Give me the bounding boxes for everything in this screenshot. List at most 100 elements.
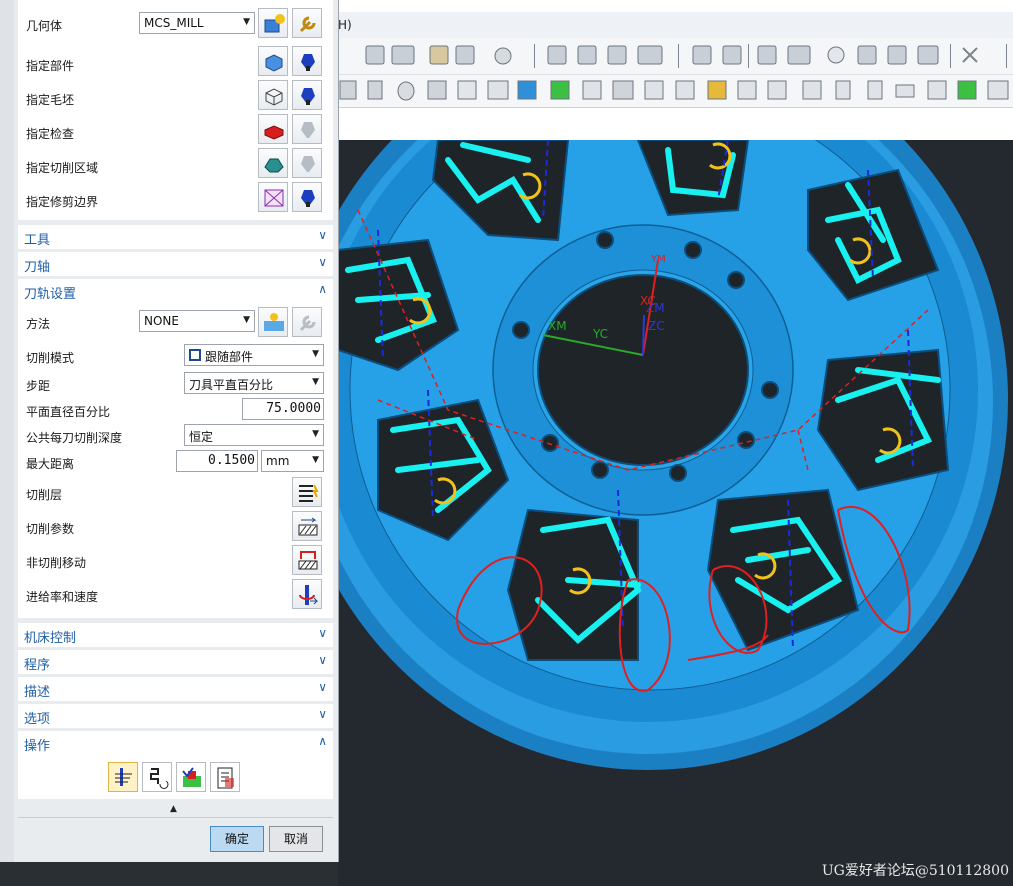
toolbar-row-2 [338, 75, 1013, 108]
section-actions[interactable]: 操作 ∧ [18, 731, 333, 755]
toolbar-row-2-icons[interactable] [338, 75, 1013, 107]
specify-blank-label: 指定毛坯 [26, 93, 75, 107]
select-part-button[interactable] [258, 46, 288, 76]
cut-area-icon [264, 158, 284, 173]
wcs-label-xm: XM [548, 319, 567, 333]
depth-per-cut-select[interactable]: 恒定 ▼ [184, 424, 324, 446]
flashlight-icon [301, 88, 315, 105]
wcs-label-zm: ZM [646, 301, 665, 315]
replay-button[interactable] [142, 762, 172, 792]
wrench-disabled-icon [299, 315, 316, 332]
max-distance-unit-select[interactable]: mm ▼ [261, 450, 324, 472]
geometry-panel: 几何体 MCS_MILL ▼ 指定部件 指定毛坯 指定检查 指定切削区域 指定修… [18, 0, 333, 220]
display-check-button[interactable] [292, 114, 322, 144]
display-trim-boundary-button[interactable] [292, 182, 322, 212]
section-machine-control[interactable]: 机床控制 ∨ [18, 623, 333, 647]
geometry-label: 几何体 [26, 19, 63, 33]
cut-parameters-icon [298, 517, 318, 536]
part-model[interactable]: XM YC XC ZM ZC YM [338, 140, 1013, 886]
non-cutting-moves-button[interactable] [292, 545, 322, 575]
feeds-speeds-button[interactable] [292, 579, 322, 609]
blank-wireframe-icon [265, 88, 283, 106]
chevron-down-icon: ∨ [318, 228, 327, 242]
select-cut-area-button[interactable] [258, 148, 288, 178]
method-select[interactable]: NONE ▼ [139, 310, 255, 332]
graphics-window-top [338, 108, 1013, 140]
cut-parameters-label: 切削参数 [26, 522, 75, 536]
max-distance-label: 最大距离 [26, 457, 75, 471]
display-part-button[interactable] [292, 46, 322, 76]
display-blank-button[interactable] [292, 80, 322, 110]
cut-pattern-select[interactable]: 跟随部件 ▼ [184, 344, 324, 366]
toolbar-row-1-icons[interactable] [338, 38, 1013, 74]
max-distance-input[interactable]: 0.1500 [176, 450, 258, 472]
specify-cut-area-label: 指定切削区域 [26, 161, 99, 175]
watermark: UG爱好者论坛@510112800 [821, 863, 1009, 879]
specify-part-row: 指定部件 [18, 44, 333, 78]
select-trim-boundary-button[interactable] [258, 182, 288, 212]
toolbar-row-1 [338, 38, 1013, 75]
stepover-select[interactable]: 刀具平直百分比 ▼ [184, 372, 324, 394]
cut-levels-label: 切削层 [26, 488, 63, 502]
edit-geometry-button[interactable] [292, 8, 322, 38]
dialog-left-strip [0, 0, 14, 862]
collapse-arrow-icon[interactable]: ▲ [170, 804, 177, 814]
menu-fragment-help[interactable]: H) [338, 18, 352, 32]
generate-button[interactable] [108, 762, 138, 792]
non-cutting-moves-label: 非切削移动 [26, 556, 87, 570]
actions-panel [18, 755, 333, 799]
follow-part-icon [189, 349, 201, 361]
edit-method-button[interactable] [292, 307, 322, 337]
specify-part-label: 指定部件 [26, 59, 75, 73]
flat-diameter-percent-label: 平面直径百分比 [26, 405, 111, 419]
specify-check-label: 指定检查 [26, 127, 75, 141]
verify-icon [182, 767, 201, 787]
method-icon [264, 313, 284, 331]
section-program[interactable]: 程序 ∨ [18, 650, 333, 674]
stepover-label: 步距 [26, 379, 51, 393]
geometry-row: 几何体 MCS_MILL ▼ [18, 6, 333, 40]
flashlight-disabled-icon [301, 156, 315, 172]
cut-levels-button[interactable] [292, 477, 322, 507]
specify-cut-area-row: 指定切削区域 [18, 146, 333, 180]
specify-blank-row: 指定毛坯 [18, 78, 333, 112]
cut-levels-icon [299, 484, 319, 502]
chevron-down-icon: ∨ [318, 680, 327, 694]
chevron-up-icon: ∧ [318, 282, 327, 296]
method-label: 方法 [26, 317, 51, 331]
flat-diameter-percent-input[interactable]: 75.0000 [242, 398, 324, 420]
chevron-up-icon: ∧ [318, 734, 327, 748]
select-blank-button[interactable] [258, 80, 288, 110]
path-settings-panel: 方法 NONE ▼ 切削模式 跟随部件 ▼ 步距 刀具平直百分比 ▼ 平面直径百分比 … [18, 303, 333, 618]
new-method-button[interactable] [258, 307, 288, 337]
wcs-label-ym: YM [650, 254, 666, 265]
section-tool-axis[interactable]: 刀轴 ∨ [18, 252, 333, 276]
flashlight-icon [301, 54, 315, 71]
non-cutting-moves-icon [298, 551, 318, 570]
generate-toolpath-icon [115, 768, 132, 786]
feeds-speeds-label: 进给率和速度 [26, 590, 99, 604]
graphics-viewport[interactable]: XM YC XC ZM ZC YM UG爱好者论坛@510112800 [338, 140, 1013, 886]
geometry-select[interactable]: MCS_MILL ▼ [139, 12, 255, 34]
depth-per-cut-label: 公共每刀切削深度 [26, 431, 123, 445]
ok-button[interactable]: 确定 [210, 826, 264, 852]
new-geometry-icon [264, 14, 285, 33]
select-check-button[interactable] [258, 114, 288, 144]
section-options[interactable]: 选项 ∨ [18, 704, 333, 728]
cut-parameters-button[interactable] [292, 511, 322, 541]
section-tool[interactable]: 工具 ∨ [18, 225, 333, 249]
check-body-icon [264, 125, 284, 140]
operation-dialog: 几何体 MCS_MILL ▼ 指定部件 指定毛坯 指定检查 指定切削区域 指定修… [0, 0, 339, 862]
cut-pattern-label: 切削模式 [26, 351, 75, 365]
specify-trim-boundary-label: 指定修剪边界 [26, 195, 99, 209]
new-geometry-button[interactable] [258, 8, 288, 38]
display-cut-area-button[interactable] [292, 148, 322, 178]
section-description[interactable]: 描述 ∨ [18, 677, 333, 701]
cancel-button[interactable]: 取消 [269, 826, 323, 852]
list-button[interactable] [210, 762, 240, 792]
section-path-settings[interactable]: 刀轨设置 ∧ [18, 279, 333, 303]
feeds-speeds-icon [299, 585, 319, 605]
wcs-label-zc: ZC [648, 319, 665, 333]
verify-button[interactable] [176, 762, 206, 792]
wrench-icon [299, 16, 316, 33]
